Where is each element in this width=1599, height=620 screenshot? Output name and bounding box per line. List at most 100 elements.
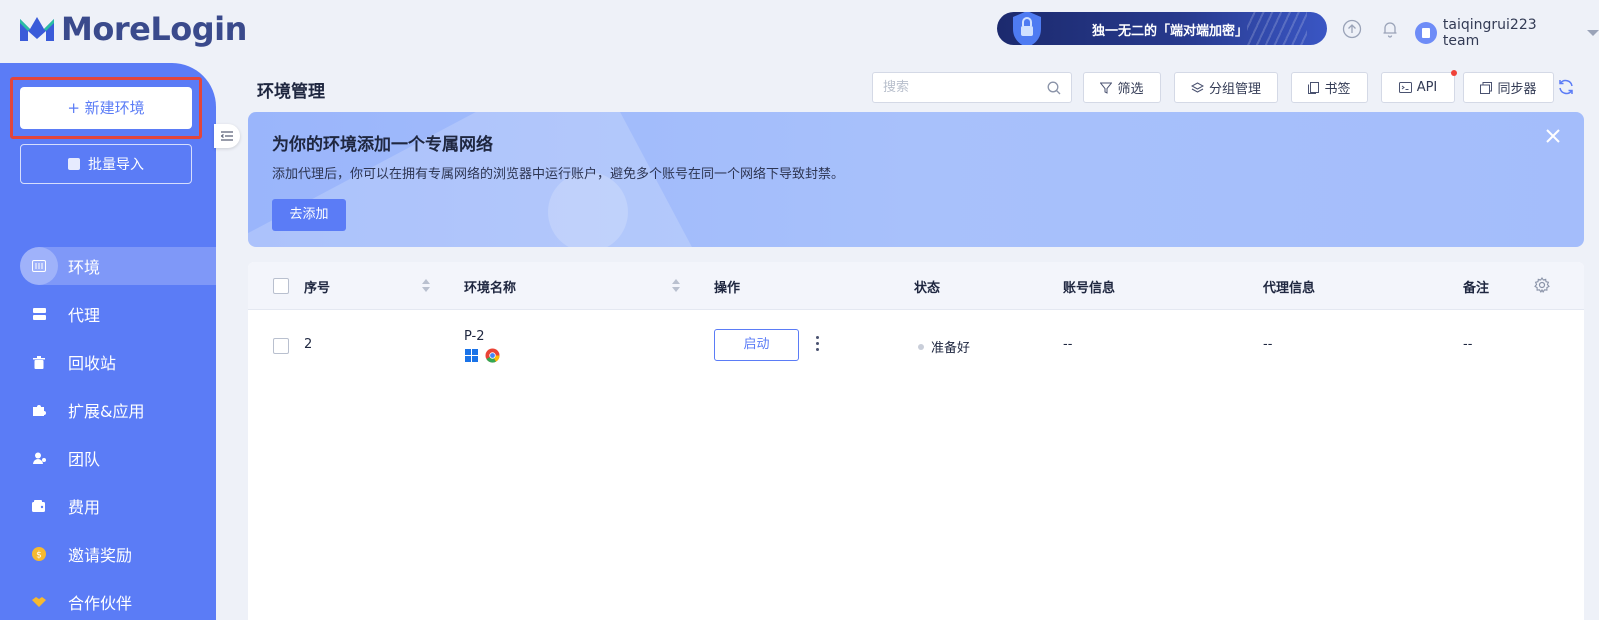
- sidebar-item-trash[interactable]: 回收站: [20, 343, 216, 381]
- app-name: MoreLogin: [61, 10, 247, 48]
- row-checkbox[interactable]: [273, 338, 289, 354]
- bookmark-label: 书签: [1324, 82, 1351, 97]
- env-name[interactable]: P-2: [464, 329, 485, 344]
- svg-text:$: $: [36, 551, 42, 561]
- trash-icon: [20, 343, 58, 381]
- sidebar-item-label: 团队: [68, 450, 101, 469]
- environment-table: 序号 环境名称 操作 状态 账号信息 代理信息 备注 2 P-2 启动 准备好 …: [248, 262, 1584, 620]
- group-manage-button[interactable]: 分组管理: [1174, 72, 1278, 103]
- batch-import-label: 批量导入: [88, 157, 144, 173]
- sidebar-item-billing[interactable]: 费用: [20, 487, 216, 525]
- terminal-icon: [1398, 82, 1412, 93]
- sidebar-item-label: 回收站: [68, 354, 117, 373]
- sort-icon[interactable]: [672, 279, 680, 293]
- filter-button[interactable]: 筛选: [1083, 72, 1161, 103]
- proxy-tip-banner: 为你的环境添加一个专属网络 添加代理后，你可以在拥有专属网络的浏览器中运行账户，…: [248, 112, 1584, 247]
- account-info: --: [1063, 337, 1073, 352]
- group-manage-label: 分组管理: [1208, 82, 1261, 97]
- column-header-account-info: 账号信息: [1063, 281, 1116, 296]
- shield-lock-icon: [1013, 12, 1041, 45]
- api-label: API: [1416, 80, 1438, 95]
- promo-banner[interactable]: 独一无二的「端对端加密」: [997, 12, 1327, 45]
- search-input[interactable]: [873, 73, 1033, 102]
- sidebar-item-referral[interactable]: $ 邀请奖励: [20, 535, 216, 573]
- sidebar-item-label: 合作伙伴: [68, 594, 133, 613]
- start-button[interactable]: 启动: [714, 329, 799, 361]
- api-button[interactable]: API: [1381, 70, 1457, 103]
- handshake-icon: [20, 583, 58, 620]
- promo-text: 独一无二的「端对端加密」: [1092, 24, 1249, 39]
- sync-window-icon: [1480, 81, 1493, 94]
- sidebar-item-proxy[interactable]: 代理: [20, 295, 216, 333]
- layers-icon: [1190, 81, 1204, 93]
- collapse-menu-icon: [221, 131, 233, 141]
- bell-icon[interactable]: [1380, 19, 1400, 39]
- banner-title: 为你的环境添加一个专属网络: [272, 135, 493, 155]
- page-title: 环境管理: [257, 82, 325, 102]
- column-header-env-name: 环境名称: [464, 281, 517, 296]
- column-header-actions: 操作: [714, 281, 741, 296]
- sidebar-item-label: 代理: [68, 306, 101, 325]
- environment-icon: [20, 247, 58, 285]
- chrome-icon: [485, 348, 500, 363]
- close-icon[interactable]: [1546, 129, 1560, 143]
- sidebar: + 新建环境 批量导入 环境 代理 回收站 扩展&应用 团队 费用 $ 邀请奖励…: [0, 63, 216, 620]
- sidebar-item-partners[interactable]: 合作伙伴: [20, 583, 216, 620]
- filter-label: 筛选: [1117, 82, 1144, 97]
- windows-icon: [465, 349, 478, 362]
- gear-icon[interactable]: [1534, 277, 1550, 293]
- sidebar-item-environment[interactable]: 环境: [20, 247, 216, 285]
- sidebar-item-label: 环境: [68, 258, 101, 277]
- sidebar-item-label: 扩展&应用: [68, 402, 145, 421]
- synchronizer-button[interactable]: 同步器: [1463, 72, 1554, 103]
- filter-icon: [1100, 82, 1113, 94]
- chevron-down-icon: [1587, 30, 1599, 36]
- new-environment-button[interactable]: + 新建环境: [20, 87, 192, 129]
- banner-description: 添加代理后，你可以在拥有专属网络的浏览器中运行账户，避免多个账号在同一个网络下导…: [272, 167, 845, 182]
- user-name: taiqingrui223 team: [1442, 17, 1537, 49]
- column-header-notes: 备注: [1463, 281, 1490, 296]
- row-index: 2: [304, 337, 313, 352]
- user-icon: [1421, 28, 1430, 38]
- sidebar-item-extensions[interactable]: 扩展&应用: [20, 391, 216, 429]
- sort-icon[interactable]: [422, 279, 430, 293]
- sidebar-item-team[interactable]: 团队: [20, 439, 216, 477]
- top-bar: MoreLogin 独一无二的「端对端加密」 taiqingrui223 tea…: [0, 0, 1599, 62]
- bookmark-button[interactable]: 书签: [1291, 72, 1368, 103]
- refresh-icon[interactable]: [1557, 78, 1575, 96]
- import-icon: [68, 158, 80, 170]
- coin-icon: $: [20, 535, 58, 573]
- status-indicator: [918, 344, 924, 350]
- banner-decoration-circle: [548, 172, 628, 247]
- sidebar-item-label: 邀请奖励: [68, 546, 133, 565]
- search-icon[interactable]: [1047, 81, 1061, 95]
- logo[interactable]: MoreLogin: [18, 10, 247, 48]
- note: --: [1463, 337, 1473, 352]
- proxy-info: --: [1263, 337, 1273, 352]
- column-header-status: 状态: [914, 281, 941, 296]
- synchronizer-label: 同步器: [1497, 82, 1537, 97]
- batch-import-button[interactable]: 批量导入: [20, 144, 192, 184]
- avatar: [1415, 22, 1437, 44]
- promo-stripes: [1247, 12, 1307, 45]
- status-text: 准备好: [931, 341, 971, 356]
- app-root: MoreLogin 独一无二的「端对端加密」 taiqingrui223 tea…: [0, 0, 1599, 620]
- wallet-icon: [20, 487, 58, 525]
- more-options-icon[interactable]: [811, 333, 823, 357]
- puzzle-icon: [20, 391, 58, 429]
- table-header: 序号 环境名称 操作 状态 账号信息 代理信息 备注: [248, 262, 1584, 310]
- sidebar-item-label: 费用: [68, 498, 101, 517]
- select-all-checkbox[interactable]: [273, 278, 289, 294]
- column-header-proxy-info: 代理信息: [1263, 281, 1316, 296]
- user-menu[interactable]: taiqingrui223 team: [1415, 17, 1599, 49]
- notification-dot: [1451, 70, 1457, 76]
- bookmark-icon: [1308, 81, 1320, 94]
- column-header-index: 序号: [304, 281, 331, 296]
- add-proxy-button[interactable]: 去添加: [272, 199, 346, 231]
- proxy-icon: [20, 295, 58, 333]
- upload-icon[interactable]: [1342, 19, 1362, 39]
- collapse-sidebar-button[interactable]: [214, 124, 240, 148]
- morelogin-logo-icon: [20, 17, 54, 41]
- search-box[interactable]: [872, 72, 1072, 103]
- team-icon: [20, 439, 58, 477]
